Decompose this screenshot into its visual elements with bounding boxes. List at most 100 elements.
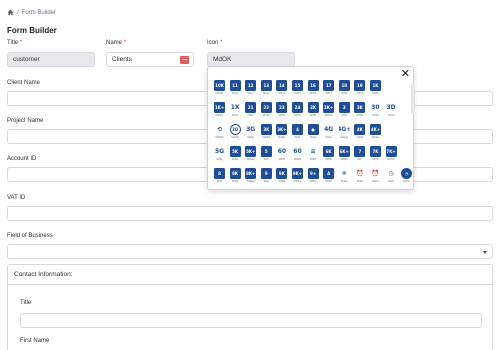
icon-option[interactable]: A MdAb [321,168,336,190]
name-label: Name * [106,40,127,46]
chevron-down-icon [483,251,487,254]
icon-option[interactable]: 24 Md24 [290,102,305,124]
icon-option[interactable]: 22 Md22 [259,102,274,124]
clear-icon[interactable] [180,56,189,64]
icon-option[interactable]: 4 Md4 [290,124,305,146]
icon-option[interactable]: 21 Md21 [243,102,258,124]
icon-option[interactable]: 4G+ Md4gp [337,124,352,146]
icon-option-caption: Md7 [357,158,363,161]
icon-option[interactable]: 18 Md18 [337,80,352,102]
icon-option-caption: Md9k [278,180,286,183]
icon-option[interactable]: 16 Md16 [306,80,321,102]
icon-option[interactable]: 5K Md5k [228,146,243,168]
icon-option[interactable]: 4G Md4g [321,124,336,146]
md10k-icon: 10K [214,80,225,91]
title-field[interactable]: customer [7,52,95,67]
icon-option[interactable]: 3D Md3d [384,102,399,124]
md7k-icon: 7K [369,146,381,157]
icon-option-caption: Md3 [341,114,347,117]
icon-option[interactable]: 15 Md15 [290,80,305,102]
icon-option[interactable]: 3K Md3kb [259,124,274,146]
icon-option[interactable]: 30 Md30 [368,102,383,124]
icon-option[interactable]: ● Md4p [306,124,321,146]
icon-option-caption: Md7k [372,158,379,161]
field-of-business-select[interactable] [7,244,493,259]
icon-option[interactable]: 3 Md3 [337,102,352,124]
md22-icon: 22 [260,102,272,113]
icon-option[interactable]: 7K Md7k [368,146,383,168]
md9kp-icon: 9K+ [291,168,303,179]
icon-option[interactable]: 60 Md60f [290,146,305,168]
icon-option[interactable]: 19 Md19 [352,80,367,102]
icon-option[interactable]: 4K Md4k [352,124,367,146]
icon-option[interactable]: 8K Md8k [228,168,243,190]
icon-option[interactable]: 1K Md1k [368,80,383,102]
icon-option[interactable]: 5K+ Md5kp [243,146,258,168]
icon-option[interactable]: 11 Md11 [228,80,243,102]
breadcrumb: / Form Builder [7,9,56,16]
icon-option[interactable]: ⟲ Md360 [212,124,227,146]
icon-option[interactable]: 2K+ Md2kp [321,102,336,124]
icon-option[interactable]: 8 Md8 [212,168,227,190]
icon-option[interactable]: ⏰ MdAm [368,168,383,190]
icon-option[interactable]: ❄ MdAc [337,168,352,190]
icon-option[interactable]: 2K Md2k [306,102,321,124]
close-icon[interactable]: ✕ [401,68,410,79]
contact-title-field[interactable] [20,313,482,328]
icon-option[interactable]: 3D Md3dr [228,124,243,146]
icon-option-caption: Md3dr [231,136,239,139]
icon-option[interactable]: 13 Md13 [259,80,274,102]
icon-picker-scrollbar[interactable] [411,84,415,114]
icon-option-caption: Md4kp [371,136,380,139]
icon-option[interactable]: 17 Md17 [321,80,336,102]
icon-option-caption: MdAl [356,180,363,183]
icon-option[interactable]: 4K+ Md4kp [368,124,383,146]
vat-id-field[interactable] [7,206,493,221]
icon-option[interactable]: 1X Md1x [228,102,243,124]
home-icon[interactable] [7,9,14,16]
name-field[interactable]: Clients [106,52,194,67]
icon-option[interactable]: 14 Md14 [274,80,289,102]
icon-option[interactable]: 23 Md23 [274,102,289,124]
icon-option[interactable]: 7K+ Md7kp [384,146,399,168]
icon-option[interactable]: ◔ MdAu [399,168,414,190]
icon-option[interactable]: 9K Md9k [274,168,289,190]
icon-option[interactable]: 9K+ Md9kp [290,168,305,190]
icon-option[interactable]: ◷ MdAt [384,168,399,190]
icon-option-caption: Md13 [263,92,270,95]
icon-option[interactable]: 9 Md9 [259,168,274,190]
icon-field[interactable]: MdOK [207,52,295,67]
icon-option [384,80,399,102]
icon-option[interactable]: 9+ Md9p [306,168,321,190]
icon-option-caption: Md30 [372,114,379,117]
icon-option-caption: Md19 [356,92,364,95]
icon-option[interactable]: 3K Md3k [352,102,367,124]
icon-option[interactable]: ⏰ MdAl [352,168,367,190]
md3d-icon: 3D [386,104,396,111]
icon-option[interactable]: 6K Md6k [321,146,336,168]
icon-option[interactable]: 1K+ Md1kp [212,102,227,124]
icon-option[interactable]: 7 Md7 [352,146,367,168]
icon-option-caption: Md12 [247,92,254,95]
icon-option[interactable]: 5 Md5 [259,146,274,168]
md3kb-icon: 3K [260,124,272,135]
icon-option[interactable]: 10K Md10k [212,80,227,102]
icon-option[interactable]: 3G Md3g [243,124,258,146]
icon-option-caption: Md8 [216,180,223,183]
icon-option[interactable]: 3K+ Md3kp [274,124,289,146]
client-name-label: Client Name [7,80,41,86]
icon-option-caption: Md9kp [293,180,302,183]
icon-option-caption: MdAm [371,180,380,183]
icon-option[interactable]: 60 Md60 [274,146,289,168]
icon-option[interactable]: ≡ Md6h [306,146,321,168]
md60-icon: 60 [277,148,287,155]
icon-option[interactable]: 8K+ Md8kp [243,168,258,190]
md30-icon: 30 [371,104,380,111]
icon-option[interactable]: 6K+ Md6kp [337,146,352,168]
md1k-icon: 1K [369,80,381,91]
icon-option[interactable]: 12 Md12 [243,80,258,102]
icon-option[interactable]: 5G Md5g [212,146,227,168]
icon-option-caption: MdAu [403,180,411,183]
icon-label: Icon * [207,40,223,46]
mdab-icon: A [323,168,335,179]
